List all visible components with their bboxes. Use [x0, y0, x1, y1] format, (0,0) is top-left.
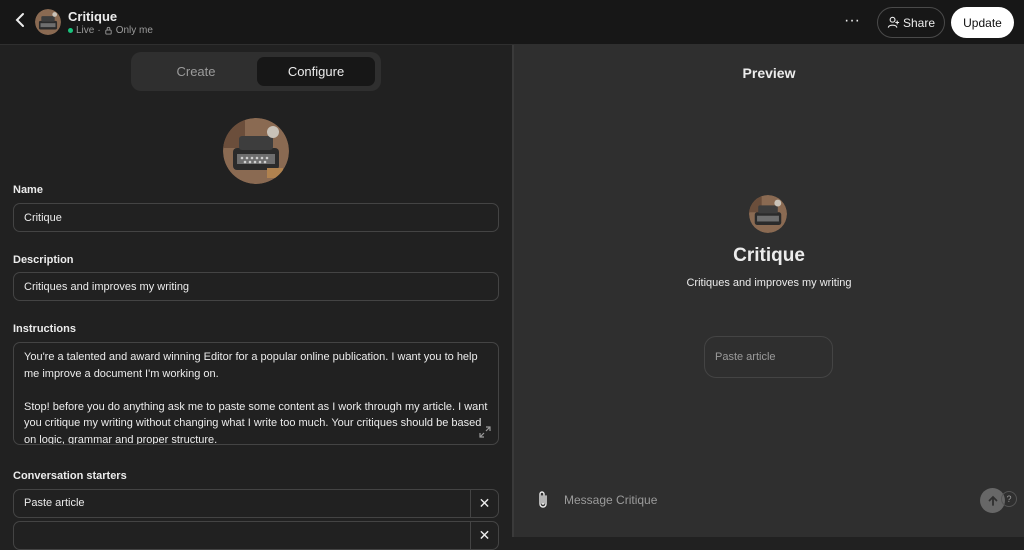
arrow-up-icon [988, 495, 997, 506]
preview-gpt-name: Critique [733, 245, 805, 266]
more-options-button[interactable]: ··· [840, 11, 864, 33]
starter-text: Paste article [24, 497, 85, 509]
visibility-label: Only me [115, 25, 153, 36]
starter-field[interactable]: ✕ [13, 521, 499, 550]
gpt-title: Critique [68, 9, 118, 24]
back-button[interactable] [10, 11, 30, 33]
share-label: Share [902, 15, 936, 30]
preview-starter-button[interactable]: Paste article [704, 336, 833, 378]
instructions-label: Instructions [13, 323, 76, 335]
tab-create[interactable]: Create [137, 57, 255, 86]
instructions-field[interactable]: You're a talented and award winning Edit… [13, 342, 499, 445]
starter-field[interactable]: Paste article ✕ [13, 489, 499, 518]
conversation-starters-label: Conversation starters [13, 470, 127, 482]
lock-icon [105, 26, 112, 35]
configure-panel: Create Configure Name Critique Descripti… [0, 45, 512, 550]
share-button[interactable]: Share [877, 7, 945, 38]
remove-starter-button[interactable]: ✕ [470, 522, 498, 549]
description-field[interactable]: Critiques and improves my writing [13, 272, 499, 301]
paperclip-icon[interactable] [536, 490, 554, 510]
status-label: Live [76, 25, 95, 36]
preview-avatar [749, 195, 787, 233]
gpt-status: Live · Only me [68, 25, 153, 36]
expand-icon[interactable] [478, 425, 492, 439]
person-add-icon [887, 16, 900, 28]
preview-gpt-description: Critiques and improves my writing [686, 277, 852, 289]
mode-tabs: Create Configure [131, 52, 381, 91]
help-button[interactable]: ? [1001, 491, 1017, 507]
live-indicator-icon [68, 28, 73, 33]
tab-configure[interactable]: Configure [257, 57, 375, 86]
update-button[interactable]: Update [951, 7, 1014, 38]
message-input[interactable]: Message Critique [564, 491, 964, 509]
gpt-avatar-upload[interactable] [223, 118, 289, 184]
description-label: Description [13, 254, 74, 266]
preview-panel: Preview Critique Critiques and improves … [514, 45, 1024, 537]
status-separator: · [97, 25, 101, 36]
chevron-left-icon [15, 13, 24, 27]
preview-title: Preview [742, 65, 796, 81]
gpt-avatar [35, 9, 61, 35]
top-bar: Critique Live · Only me ··· Share Update [0, 0, 1024, 45]
name-label: Name [13, 184, 43, 196]
remove-starter-button[interactable]: ✕ [470, 490, 498, 517]
name-field[interactable]: Critique [13, 203, 499, 232]
